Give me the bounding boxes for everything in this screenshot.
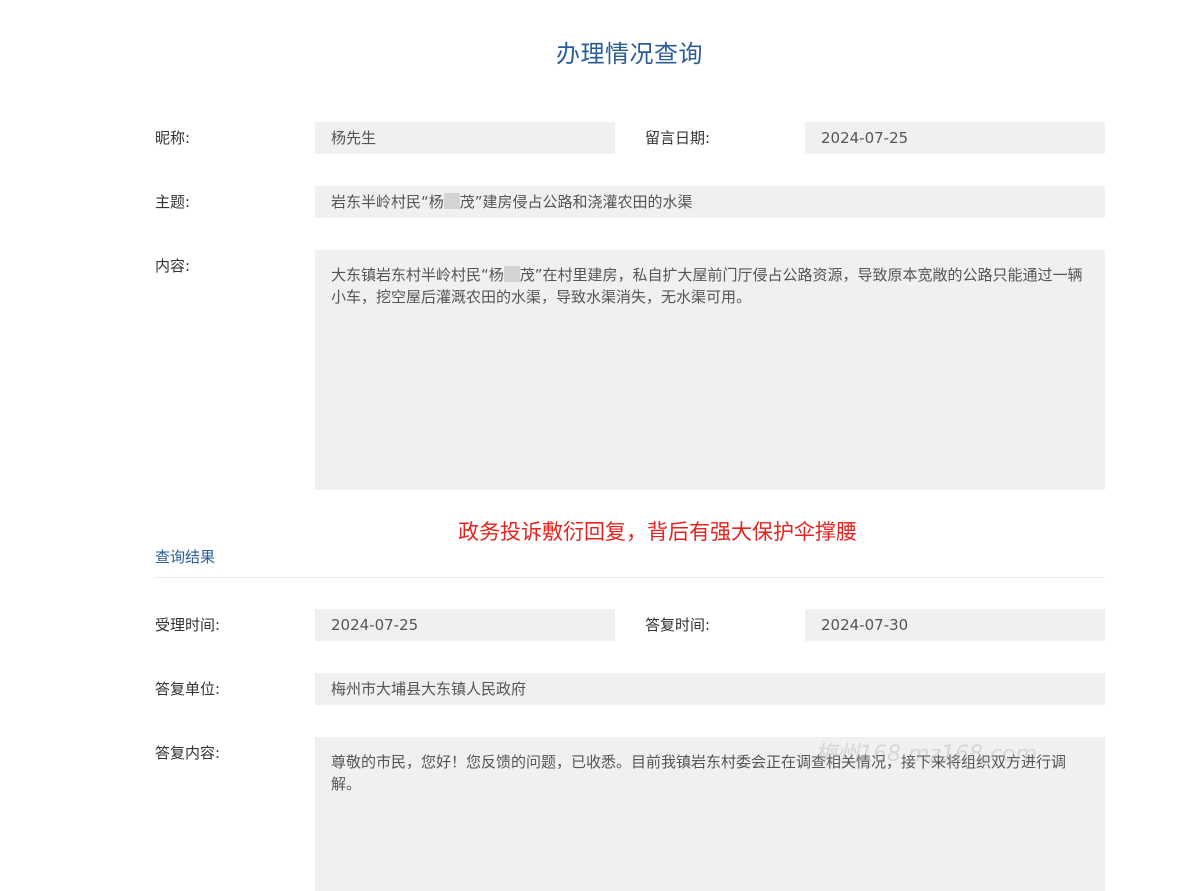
subject-text-part-1: 岩东半岭村民“杨 — [331, 193, 444, 211]
content-text-part-1: 大东镇岩东村半岭村民“杨 — [331, 266, 504, 284]
subject-label: 主题: — [155, 193, 191, 211]
reply-time-label: 答复时间: — [645, 616, 711, 634]
reply-unit-label: 答复单位: — [155, 680, 221, 698]
redaction-mask — [503, 266, 520, 282]
result-section-title: 查询结果 — [155, 548, 216, 566]
content-field: 大东镇岩东村半岭村民“杨 茂”在村里建房，私自扩大屋前门厅侵占公路资源，导致原本宽… — [315, 250, 1105, 490]
subject-text-part-2: 茂”建房侵占公路和浇灌农田的水渠 — [459, 193, 693, 211]
section-divider — [155, 577, 1105, 578]
content-label: 内容: — [155, 257, 191, 275]
page-title: 办理情况查询 — [556, 40, 703, 68]
message-date-label: 留言日期: — [645, 129, 711, 147]
nickname-label: 昵称: — [155, 129, 191, 147]
accept-time-label: 受理时间: — [155, 616, 221, 634]
reply-time-field: 2024-07-30 — [805, 609, 1105, 641]
message-date-field: 2024-07-25 — [805, 122, 1105, 154]
notice-text: 政务投诉敷衍回复，背后有强大保护伞撑腰 — [458, 520, 857, 544]
watermark: 梅州168 mz168.com — [815, 742, 1037, 767]
redaction-mask — [443, 193, 460, 209]
reply-content-label: 答复内容: — [155, 744, 221, 762]
subject-field: 岩东半岭村民“杨 茂”建房侵占公路和浇灌农田的水渠 — [315, 186, 1105, 218]
reply-unit-field: 梅州市大埔县大东镇人民政府 — [315, 673, 1105, 705]
accept-time-field: 2024-07-25 — [315, 609, 615, 641]
nickname-field: 杨先生 — [315, 122, 615, 154]
